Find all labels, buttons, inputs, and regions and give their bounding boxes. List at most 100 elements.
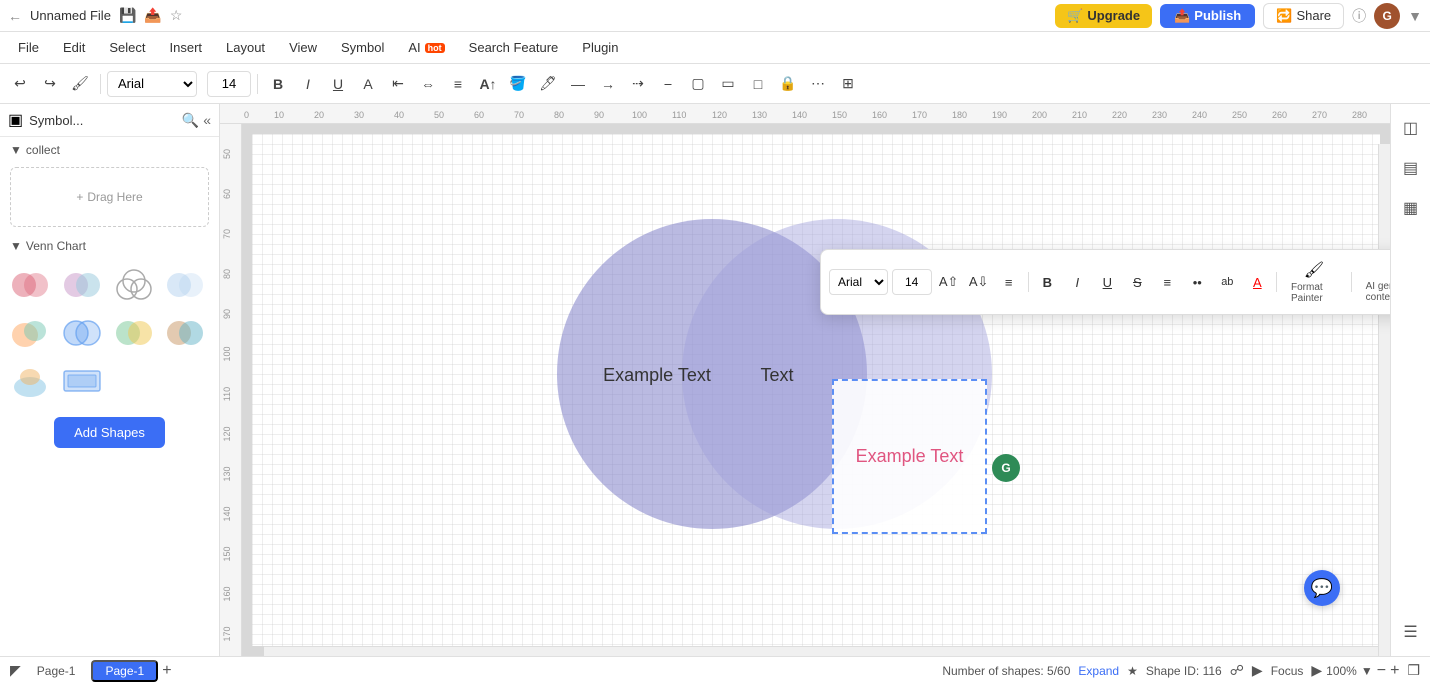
canvas-content[interactable]: Example Text Text Example Text G 💬	[242, 124, 1390, 656]
help-icon[interactable]: ⓘ	[1352, 6, 1366, 26]
add-page-button[interactable]: +	[162, 662, 171, 680]
line-style-button[interactable]: —	[564, 70, 592, 98]
popup-bullet-button[interactable]: ••	[1184, 269, 1210, 295]
right-panel-data-btn[interactable]: ▤	[1395, 152, 1427, 184]
page-tab-1[interactable]: Page-1	[25, 662, 88, 680]
canvas-white[interactable]: Example Text Text Example Text G	[252, 134, 1380, 646]
add-shapes-button[interactable]: Add Shapes	[54, 417, 165, 448]
popup-font-size-down-button[interactable]: A⇩	[966, 269, 992, 295]
popup-text-color-button[interactable]: A	[1244, 269, 1270, 295]
menu-edit[interactable]: Edit	[53, 36, 95, 59]
focus-icon[interactable]: ▶	[1252, 662, 1263, 679]
upgrade-button[interactable]: 🛒 Upgrade	[1055, 4, 1152, 28]
section-collect[interactable]: ▼ collect	[0, 137, 219, 161]
back-icon[interactable]: ←	[8, 8, 22, 24]
popup-text-ab-button[interactable]: ab	[1214, 269, 1240, 295]
right-panel-style-btn[interactable]: ◫	[1395, 112, 1427, 144]
bold-button[interactable]: B	[264, 70, 292, 98]
menu-ai[interactable]: AI hot	[398, 36, 454, 59]
text-align-button[interactable]: ≡	[444, 70, 472, 98]
venn-shape-1[interactable]	[8, 263, 52, 307]
format-painter-section[interactable]: 🖌 Format Painter	[1283, 258, 1345, 306]
menu-symbol[interactable]: Symbol	[331, 36, 394, 59]
right-panel-bottom-btn[interactable]: ☰	[1395, 616, 1427, 648]
popup-size-input[interactable]	[892, 269, 932, 295]
zoom-in-button[interactable]: +	[1390, 662, 1399, 680]
sidebar-title: Symbol...	[29, 113, 176, 128]
popup-underline-button[interactable]: U	[1094, 269, 1120, 295]
menu-file[interactable]: File	[8, 36, 49, 59]
lock-button[interactable]: 🔒	[774, 70, 802, 98]
expand-chevron-icon[interactable]: ▼	[1408, 8, 1422, 24]
focus-label[interactable]: Focus	[1271, 664, 1304, 678]
canvas-area[interactable]: 0 10 20 30 40 50 60 70 80 90 100 110 120…	[220, 104, 1390, 656]
expand-link[interactable]: Expand	[1078, 664, 1119, 678]
star-icon[interactable]: ☆	[170, 7, 183, 24]
canvas-view-icon[interactable]: ◤	[10, 662, 21, 679]
venn-shape-9[interactable]	[8, 359, 52, 403]
popup-strikethrough-button[interactable]: S	[1124, 269, 1150, 295]
layers-icon[interactable]: ☍	[1230, 662, 1244, 679]
popup-list-button[interactable]: ≡	[1154, 269, 1180, 295]
more-button[interactable]: ⋯	[804, 70, 832, 98]
venn-shape-8[interactable]	[163, 311, 207, 355]
table-button[interactable]: ⊞	[834, 70, 862, 98]
current-page-tab[interactable]: Page-1	[91, 660, 158, 682]
venn-shape-4[interactable]	[163, 263, 207, 307]
connector-button[interactable]: ⎯	[654, 70, 682, 98]
format-painter-button[interactable]: 🖌	[66, 70, 94, 98]
group-button[interactable]: □	[744, 70, 772, 98]
right-panel-arrange-btn[interactable]: ▦	[1395, 192, 1427, 224]
play-icon[interactable]: ▶	[1311, 662, 1322, 679]
publish-button[interactable]: 📤 Publish	[1160, 4, 1255, 28]
selected-text-box[interactable]: Example Text	[832, 379, 987, 534]
venn-shape-10[interactable]	[60, 359, 104, 403]
zoom-chevron-icon[interactable]: ▼	[1361, 664, 1373, 678]
popup-font-size-up-button[interactable]: A⇧	[936, 269, 962, 295]
avatar[interactable]: G	[1374, 3, 1400, 29]
menu-select[interactable]: Select	[99, 36, 155, 59]
container-button[interactable]: ▭	[714, 70, 742, 98]
line-color-button[interactable]: 🖊	[534, 70, 562, 98]
section-venn-chart[interactable]: ▼ Venn Chart	[0, 233, 219, 257]
font-size-up-button[interactable]: A↑	[474, 70, 502, 98]
venn-shape-2[interactable]	[60, 263, 104, 307]
venn-shape-6[interactable]	[60, 311, 104, 355]
redo-button[interactable]: ↪	[36, 70, 64, 98]
fill-color-button[interactable]: 🪣	[504, 70, 532, 98]
popup-bold-button[interactable]: B	[1034, 269, 1060, 295]
venn-shape-5[interactable]	[8, 311, 52, 355]
font-family-select[interactable]: Arial	[107, 71, 197, 97]
line-type-2-button[interactable]: ⇢	[624, 70, 652, 98]
share-button[interactable]: 🔁 Share	[1263, 3, 1344, 29]
ai-section[interactable]: AI AI generated content	[1358, 259, 1390, 305]
popup-italic-button[interactable]: I	[1064, 269, 1090, 295]
menu-plugin[interactable]: Plugin	[572, 36, 628, 59]
sidebar-search-icon[interactable]: 🔍	[182, 112, 199, 129]
shape-button[interactable]: ▢	[684, 70, 712, 98]
venn-shape-7[interactable]	[112, 311, 156, 355]
menu-layout[interactable]: Layout	[216, 36, 275, 59]
menu-view[interactable]: View	[279, 36, 327, 59]
italic-button[interactable]: I	[294, 70, 322, 98]
save-icon[interactable]: 💾	[119, 7, 136, 24]
export-icon[interactable]: 📤	[144, 7, 161, 24]
fit-screen-button[interactable]: ❒	[1407, 662, 1420, 679]
chatbot-icon[interactable]: 💬	[1304, 570, 1340, 606]
popup-align-button[interactable]: ≡	[996, 269, 1022, 295]
underline-button[interactable]: U	[324, 70, 352, 98]
menu-search[interactable]: Search Feature	[459, 36, 569, 59]
right-scrollbar[interactable]	[1378, 144, 1390, 656]
line-type-1-button[interactable]: →	[594, 70, 622, 98]
venn-shape-3[interactable]	[112, 263, 156, 307]
undo-button[interactable]: ↩	[6, 70, 34, 98]
sidebar-collapse-icon[interactable]: «	[203, 112, 211, 129]
zoom-out-button[interactable]: −	[1377, 662, 1386, 680]
popup-font-select[interactable]: Arial	[829, 269, 888, 295]
menu-insert[interactable]: Insert	[160, 36, 213, 59]
text-align-left-button[interactable]: ⇤	[384, 70, 412, 98]
text-align-center-button[interactable]: ⇔	[414, 70, 442, 98]
bottom-scrollbar[interactable]	[264, 646, 1378, 656]
font-size-input[interactable]	[207, 71, 251, 97]
text-color-button[interactable]: A	[354, 70, 382, 98]
